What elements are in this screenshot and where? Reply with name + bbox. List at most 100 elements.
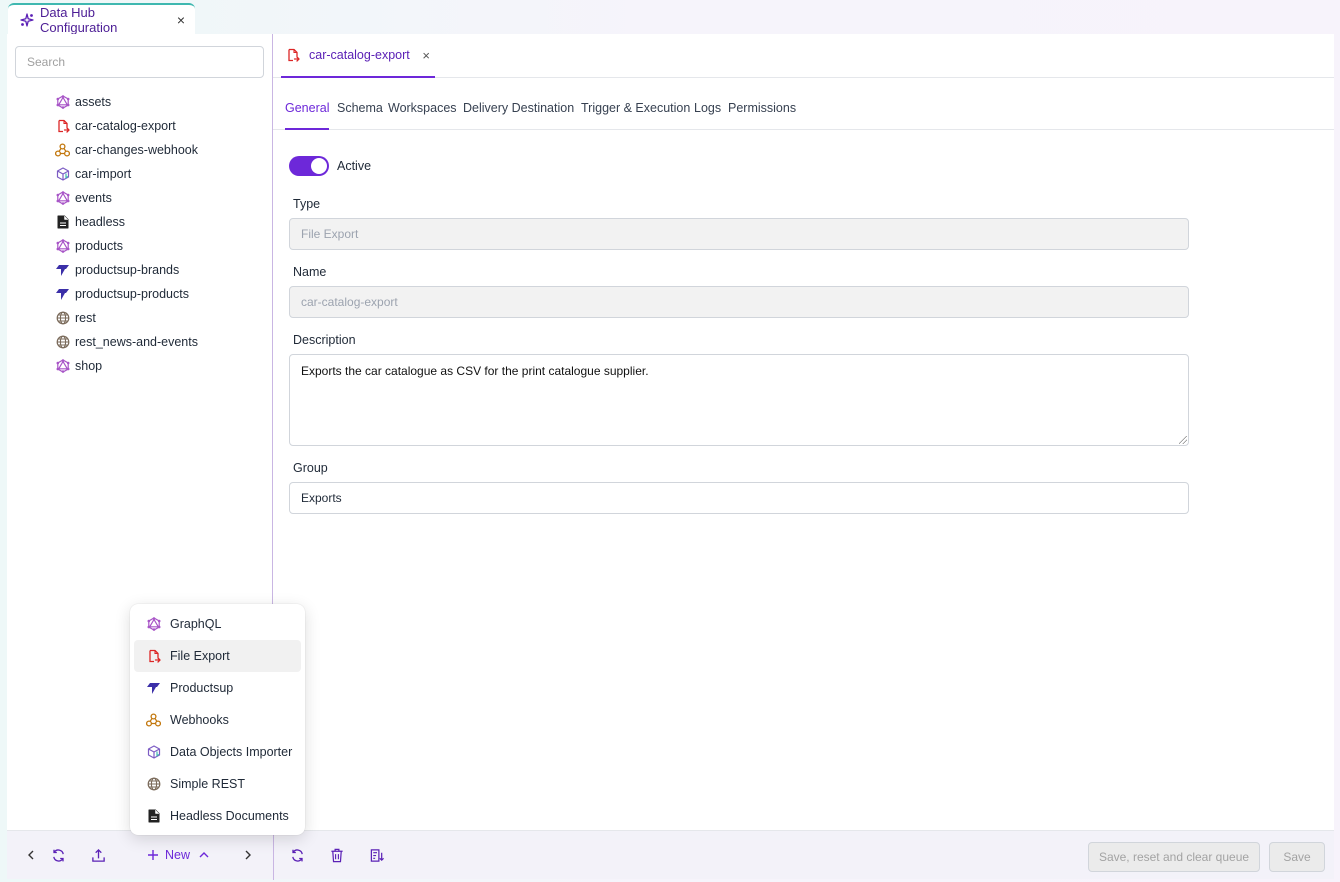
- upload-icon[interactable]: [88, 845, 108, 865]
- type-field: File Export: [289, 218, 1189, 250]
- graphql-icon: [55, 359, 70, 374]
- active-toggle[interactable]: [289, 156, 329, 176]
- name-label: Name: [293, 265, 327, 279]
- menu-item-webhooks[interactable]: Webhooks: [134, 704, 301, 736]
- window-tab-title: Data Hub Configuration: [40, 4, 118, 35]
- menu-item-productsup[interactable]: Productsup: [134, 672, 301, 704]
- tree-item-rest_news-and-events[interactable]: rest_news-and-events: [55, 330, 198, 354]
- close-icon[interactable]: ×: [422, 48, 430, 63]
- productsup-icon: [55, 287, 70, 302]
- chevron-left-icon[interactable]: [21, 845, 41, 865]
- webhook-icon: [146, 713, 161, 728]
- tree-item-label: headless: [75, 215, 126, 229]
- globe-icon: [55, 311, 70, 326]
- menu-item-label: Simple REST: [170, 777, 246, 791]
- tab-workspaces[interactable]: Workspaces: [388, 89, 457, 130]
- config-tree: assets car-catalog-export car-changes-we…: [55, 90, 198, 378]
- data-importer-icon: [146, 745, 161, 760]
- tab-delivery-destination[interactable]: Delivery Destination: [463, 89, 574, 130]
- graphql-icon: [146, 617, 161, 632]
- data-importer-icon: [55, 167, 70, 182]
- tree-item-assets[interactable]: assets: [55, 90, 198, 114]
- headless-document-icon: [146, 809, 161, 824]
- export-list-icon[interactable]: [367, 845, 387, 865]
- menu-item-label: Productsup: [170, 681, 234, 695]
- active-toggle-label: Active: [337, 159, 372, 173]
- tree-item-events[interactable]: events: [55, 186, 198, 210]
- new-button[interactable]: New: [147, 845, 210, 865]
- data-hub-icon: [20, 12, 34, 27]
- save-button[interactable]: Save: [1269, 842, 1325, 872]
- save-reset-clear-queue-button[interactable]: Save, reset and clear queue: [1088, 842, 1260, 872]
- tree-item-label: rest: [75, 311, 96, 325]
- document-tabs: car-catalog-export ×: [273, 34, 1334, 78]
- window-tab[interactable]: Data Hub Configuration ×: [8, 3, 195, 35]
- globe-icon: [146, 777, 161, 792]
- graphql-icon: [55, 95, 70, 110]
- toolbar-divider: [273, 831, 274, 880]
- description-value: Exports the car catalogue as CSV for the…: [301, 364, 649, 378]
- webhook-icon: [55, 143, 70, 158]
- description-textarea[interactable]: Exports the car catalogue as CSV for the…: [289, 354, 1189, 446]
- tree-item-car-catalog-export[interactable]: car-catalog-export: [55, 114, 198, 138]
- menu-item-file-export[interactable]: File Export: [134, 640, 301, 672]
- tree-item-products[interactable]: products: [55, 234, 198, 258]
- tab-logs[interactable]: Logs: [694, 89, 721, 130]
- tree-item-shop[interactable]: shop: [55, 354, 198, 378]
- reload-icon[interactable]: [287, 845, 307, 865]
- trash-icon[interactable]: [327, 845, 347, 865]
- productsup-icon: [146, 681, 161, 696]
- tree-item-label: car-catalog-export: [75, 119, 176, 133]
- tree-item-label: rest_news-and-events: [75, 335, 198, 349]
- document-tab-label: car-catalog-export: [309, 48, 410, 62]
- tree-item-rest[interactable]: rest: [55, 306, 198, 330]
- name-field: car-catalog-export: [289, 286, 1189, 318]
- globe-icon: [55, 335, 70, 350]
- tab-trigger-execution[interactable]: Trigger & Execution: [581, 89, 690, 130]
- tab-general[interactable]: General: [285, 89, 330, 130]
- menu-item-headless-documents[interactable]: Headless Documents: [134, 800, 301, 832]
- tab-permissions[interactable]: Permissions: [728, 89, 796, 130]
- chevron-up-icon: [199, 852, 209, 858]
- headless-document-icon: [55, 215, 70, 230]
- chevron-right-icon[interactable]: [238, 845, 258, 865]
- name-value: car-catalog-export: [301, 295, 398, 309]
- tree-item-car-changes-webhook[interactable]: car-changes-webhook: [55, 138, 198, 162]
- tree-item-headless[interactable]: headless: [55, 210, 198, 234]
- tree-item-productsup-brands[interactable]: productsup-brands: [55, 258, 198, 282]
- tree-item-label: productsup-brands: [75, 263, 180, 277]
- menu-item-graphql[interactable]: GraphQL: [134, 608, 301, 640]
- resize-handle[interactable]: [1179, 436, 1187, 444]
- search-input[interactable]: [15, 46, 264, 78]
- tree-item-car-import[interactable]: car-import: [55, 162, 198, 186]
- tab-schema[interactable]: Schema: [337, 89, 383, 130]
- refresh-icon[interactable]: [48, 845, 68, 865]
- group-label: Group: [293, 461, 328, 475]
- file-export-icon: [55, 119, 70, 134]
- file-export-icon: [146, 649, 161, 664]
- tree-item-label: car-import: [75, 167, 132, 181]
- menu-item-data-objects-importer[interactable]: Data Objects Importer: [134, 736, 301, 768]
- menu-item-simple-rest[interactable]: Simple REST: [134, 768, 301, 800]
- type-value: File Export: [301, 227, 359, 241]
- tree-item-label: car-changes-webhook: [75, 143, 198, 157]
- tree-item-label: productsup-products: [75, 287, 189, 301]
- document-tab-car-catalog-export[interactable]: car-catalog-export ×: [281, 34, 435, 78]
- group-field[interactable]: Exports: [289, 482, 1189, 514]
- description-label: Description: [293, 333, 356, 347]
- menu-item-label: Headless Documents: [170, 809, 289, 823]
- graphql-icon: [55, 239, 70, 254]
- editor-area: car-catalog-export × General Schema Work…: [273, 34, 1334, 830]
- tree-item-label: shop: [75, 359, 103, 373]
- menu-item-label: Data Objects Importer: [170, 745, 293, 759]
- graphql-icon: [55, 191, 70, 206]
- close-icon[interactable]: ×: [177, 12, 185, 28]
- tree-item-productsup-products[interactable]: productsup-products: [55, 282, 198, 306]
- group-value: Exports: [301, 491, 342, 505]
- plus-icon: [148, 850, 158, 860]
- file-export-icon: [286, 48, 301, 63]
- bottom-toolbar: New Save, reset and clear queue Save: [7, 830, 1334, 880]
- tree-item-label: products: [75, 239, 123, 253]
- new-dropdown-menu: GraphQL File Export Productsup Webhooks …: [130, 604, 305, 835]
- tree-item-label: events: [75, 191, 112, 205]
